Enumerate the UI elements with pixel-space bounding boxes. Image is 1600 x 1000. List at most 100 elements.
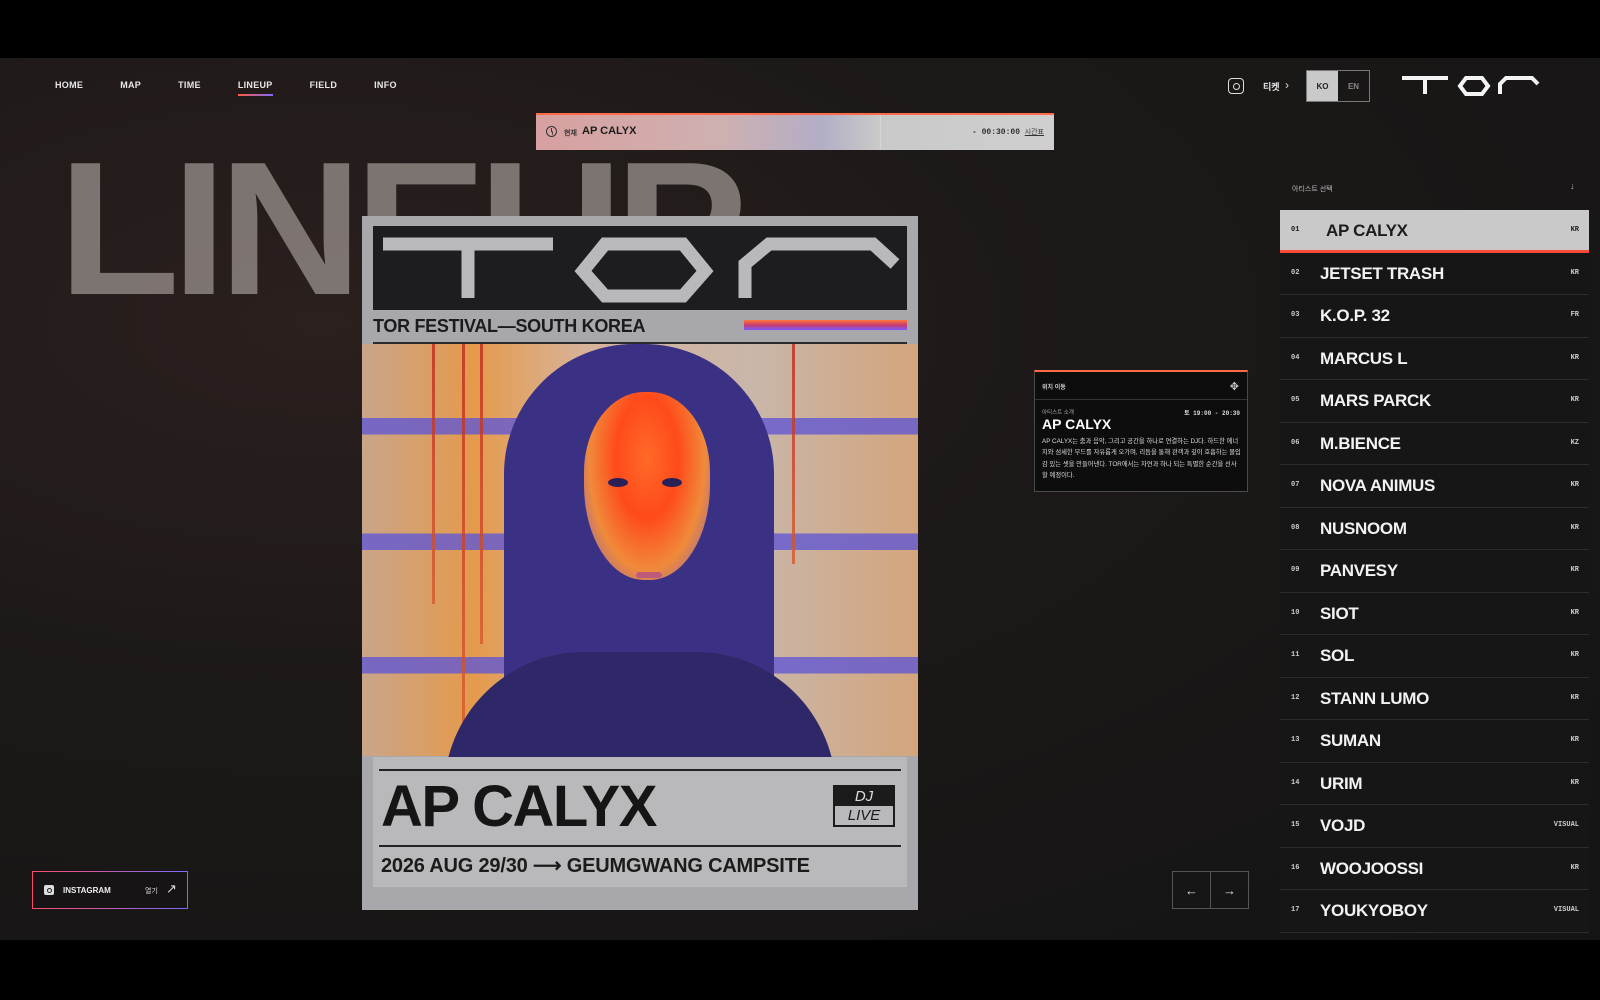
artist-number: 09 xyxy=(1291,566,1300,574)
artist-list-item[interactable]: 02 JETSET TRASH KR xyxy=(1280,252,1589,295)
artist-name: NUSNOOM xyxy=(1320,518,1407,538)
eye-shape xyxy=(662,478,682,487)
external-arrow-icon: ↗ xyxy=(166,881,177,896)
timetable-link[interactable]: 시간표 xyxy=(1025,127,1044,137)
artist-number: 14 xyxy=(1291,778,1300,787)
artist-name: K.O.P. 32 xyxy=(1320,306,1390,325)
artist-list-item[interactable]: 09 PANVESY KR xyxy=(1280,550,1589,593)
mouth-shape xyxy=(636,572,662,578)
artist-number: 15 xyxy=(1291,821,1300,829)
artist-list-item[interactable]: 07 NOVA ANIMUS KR xyxy=(1280,465,1589,508)
info-section-label: 아티스트 소개 xyxy=(1042,410,1074,416)
move-icon[interactable]: ✥ xyxy=(1230,380,1239,393)
artist-list-item[interactable]: 17 YOUKYOBOY VISUAL xyxy=(1280,890,1589,933)
artist-number: 02 xyxy=(1291,268,1300,277)
artist-name: YOUKYOBOY xyxy=(1320,901,1428,920)
artist-number: 03 xyxy=(1291,311,1300,319)
artist-country: KR xyxy=(1570,396,1579,404)
poster-gradient-bar xyxy=(744,320,907,330)
artist-list-item[interactable]: 10 SIOT KR xyxy=(1280,592,1589,635)
main-nav: HOME MAP TIME LINEUP FIELD INFO xyxy=(55,80,434,96)
ticket-link[interactable]: 티켓 xyxy=(1263,80,1280,93)
artist-list-item[interactable]: 16 WOOJOOSSI KR xyxy=(1280,847,1589,890)
nav-map[interactable]: MAP xyxy=(120,80,141,90)
artist-number: 16 xyxy=(1291,863,1300,872)
artist-name: MARCUS L xyxy=(1320,348,1408,368)
artist-number: 17 xyxy=(1291,906,1300,914)
poster-logo-box xyxy=(373,226,907,310)
artist-number: 13 xyxy=(1291,736,1300,744)
open-label: 열기 xyxy=(145,888,158,895)
artist-country: VISUAL xyxy=(1553,906,1579,914)
artist-country: KR xyxy=(1570,353,1579,362)
artist-list-item[interactable]: 13 SUMAN KR xyxy=(1280,720,1589,763)
nav-field[interactable]: FIELD xyxy=(310,80,338,90)
artist-country: KR xyxy=(1570,651,1579,659)
drag-label: 위치 이동 xyxy=(1042,385,1066,391)
artist-name: JETSET TRASH xyxy=(1320,263,1444,283)
artist-country: KR xyxy=(1570,608,1579,617)
artist-list-item[interactable]: 15 VOJD VISUAL xyxy=(1280,805,1589,848)
nav-lineup[interactable]: LINEUP xyxy=(237,80,273,96)
artist-country: KR xyxy=(1570,566,1579,574)
artist-list-item[interactable]: 05 MARS PARCK KR xyxy=(1280,380,1589,423)
artist-list-item[interactable]: 12 STANN LUMO KR xyxy=(1280,677,1589,720)
artist-poster: TOR FESTIVAL—SOUTH KOREA AP CALYX DJ LIV… xyxy=(362,216,918,910)
artist-name: VOJD xyxy=(1320,816,1366,835)
arrow-down-icon[interactable]: ↓ xyxy=(1570,181,1575,191)
now-countdown: - 00:30:00 xyxy=(971,128,1020,137)
artist-list-item[interactable]: 03 K.O.P. 32 FR xyxy=(1280,295,1589,338)
artist-number: 08 xyxy=(1291,523,1300,532)
artist-name: WOOJOOSSI xyxy=(1320,858,1424,878)
artist-photo xyxy=(362,344,918,792)
artist-number: 01 xyxy=(1291,226,1300,234)
poster-pager: ← → xyxy=(1172,871,1249,909)
lang-en-button[interactable]: EN xyxy=(1338,71,1369,101)
artist-country: KR xyxy=(1570,268,1579,277)
chevron-right-icon[interactable]: › xyxy=(1285,78,1289,92)
tor-logo-icon[interactable] xyxy=(1400,74,1540,96)
language-switch: KO EN xyxy=(1306,70,1370,102)
artist-country: KR xyxy=(1570,736,1579,744)
nav-info[interactable]: INFO xyxy=(374,80,397,90)
poster-name-box: AP CALYX DJ LIVE 2026 AUG 29/30 ⟶ GEUMGW… xyxy=(373,757,907,887)
top-letterbox xyxy=(0,0,1600,58)
next-button[interactable]: → xyxy=(1211,872,1248,908)
artist-name: NOVA ANIMUS xyxy=(1320,476,1436,495)
artist-list-item[interactable]: 11 SOL KR xyxy=(1280,635,1589,678)
artist-number: 12 xyxy=(1291,693,1300,702)
artist-number: 07 xyxy=(1291,481,1300,489)
artist-country: KR xyxy=(1570,863,1579,872)
lang-ko-button[interactable]: KO xyxy=(1307,71,1338,101)
artist-name: AP CALYX xyxy=(1326,221,1408,240)
bottom-letterbox xyxy=(0,940,1600,1000)
artist-face-shape xyxy=(584,392,710,580)
artist-number: 06 xyxy=(1291,438,1300,447)
nav-time[interactable]: TIME xyxy=(178,80,201,90)
artist-name: MARS PARCK xyxy=(1320,391,1431,410)
info-set-time: 토 19:00 - 20:30 xyxy=(1184,410,1240,417)
artist-name: PANVESY xyxy=(1320,561,1398,580)
badge-dj: DJ xyxy=(835,787,893,806)
artist-country: FR xyxy=(1570,311,1579,319)
artist-country: KR xyxy=(1570,481,1579,489)
nav-home[interactable]: HOME xyxy=(55,80,83,90)
instagram-open-button[interactable]: INSTAGRAM 열기 ↗ xyxy=(32,871,188,909)
artist-country: KR xyxy=(1570,778,1579,787)
artist-number: 10 xyxy=(1291,608,1300,617)
artist-number: 11 xyxy=(1291,651,1300,659)
artist-name: SUMAN xyxy=(1320,731,1381,750)
artist-list-item[interactable]: 06 M.BIENCE KZ xyxy=(1280,422,1589,465)
artist-number: 04 xyxy=(1291,353,1300,362)
artist-list-item[interactable]: 08 NUSNOOM KR xyxy=(1280,507,1589,550)
dj-live-badge: DJ LIVE xyxy=(833,785,895,827)
artist-name: STANN LUMO xyxy=(1320,688,1430,708)
artist-info-panel[interactable]: 위치 이동 ✥ 아티스트 소개 토 19:00 - 20:30 AP CALYX… xyxy=(1034,370,1248,492)
artist-list-item[interactable]: 01 AP CALYX KR xyxy=(1280,210,1589,253)
badge-live: LIVE xyxy=(847,807,881,824)
artist-list-item[interactable]: 14 URIM KR xyxy=(1280,762,1589,805)
info-panel-drag-handle[interactable]: 위치 이동 ✥ xyxy=(1035,372,1247,400)
prev-button[interactable]: ← xyxy=(1173,872,1211,908)
artist-list-item[interactable]: 04 MARCUS L KR xyxy=(1280,337,1589,380)
instagram-icon[interactable] xyxy=(1228,78,1244,94)
